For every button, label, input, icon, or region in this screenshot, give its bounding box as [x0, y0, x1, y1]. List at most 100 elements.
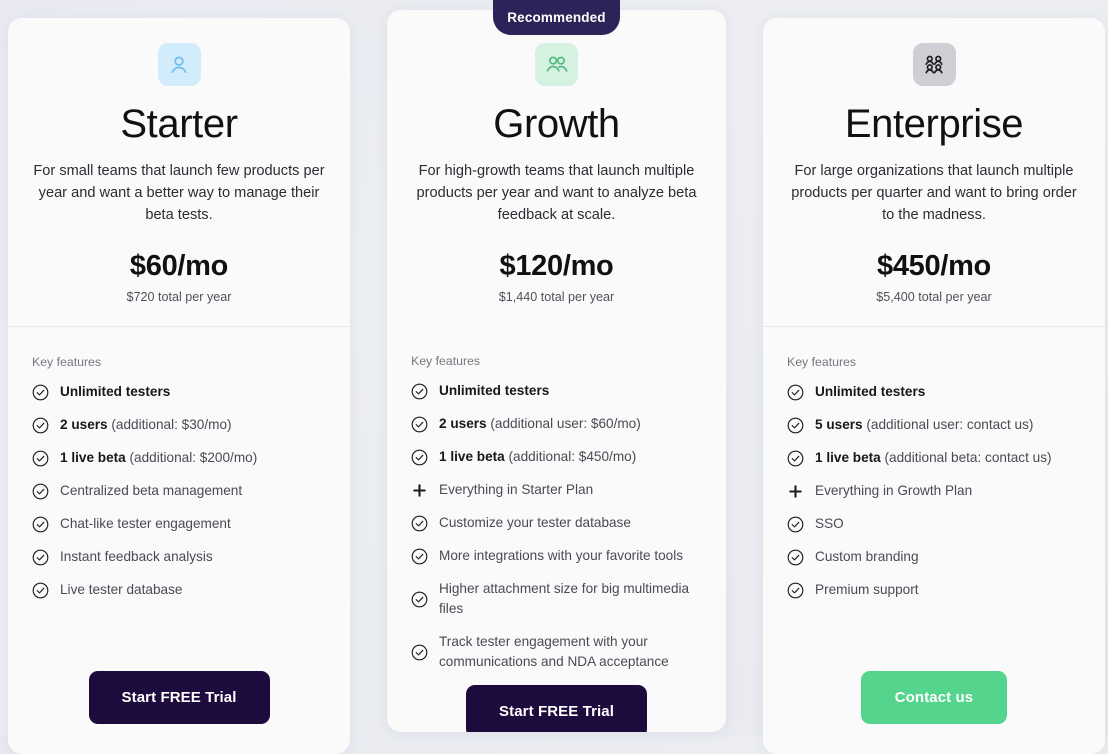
- feature-label: Customize your tester database: [439, 515, 631, 530]
- feature-label: Everything in Starter Plan: [439, 482, 594, 497]
- check-circle-icon: [787, 384, 804, 401]
- plan-total-growth: $1,440 total per year: [498, 290, 615, 304]
- check-circle-icon: [32, 483, 49, 500]
- feature-row: Unlimited testers: [32, 382, 326, 402]
- feature-row: Premium support: [787, 580, 1081, 600]
- plan-card-growth[interactable]: Growth For high-growth teams that launch…: [387, 10, 726, 732]
- feature-label: 1 live beta (additional: $450/mo): [439, 449, 637, 464]
- feature-row: 2 users (additional user: $60/mo): [411, 414, 702, 434]
- check-circle-icon: [32, 516, 49, 533]
- feature-row: Everything in Starter Plan: [411, 480, 702, 500]
- plan-price-enterprise: $450/mo: [877, 250, 991, 282]
- plan-price-growth: $120/mo: [499, 250, 614, 282]
- check-circle-icon: [787, 450, 804, 467]
- check-circle-icon: [411, 515, 428, 532]
- feature-label: 2 users (additional user: $60/mo): [439, 416, 641, 431]
- feature-row: 1 live beta (additional: $450/mo): [411, 447, 702, 467]
- plus-icon: [411, 482, 428, 499]
- feature-row: Unlimited testers: [787, 382, 1081, 402]
- recommended-badge-label: Recommended: [507, 10, 606, 25]
- feature-row: 1 live beta (additional: $200/mo): [32, 448, 326, 468]
- feature-label: 5 users (additional user: contact us): [815, 417, 1034, 432]
- features-heading: Key features: [411, 354, 481, 368]
- plan-name-enterprise: Enterprise: [844, 102, 1024, 146]
- feature-label: Chat-like tester engagement: [60, 516, 231, 531]
- plan-total-enterprise: $5,400 total per year: [876, 290, 992, 304]
- features-list-starter: Key features Unlimited testers 2 users (a…: [8, 327, 350, 671]
- feature-row: Unlimited testers: [411, 381, 702, 401]
- plan-name-growth: Growth: [493, 102, 620, 146]
- check-circle-icon: [787, 549, 804, 566]
- feature-rows-enterprise: Unlimited testers 5 users (additional use…: [787, 382, 1081, 600]
- feature-label: Everything in Growth Plan: [815, 483, 973, 498]
- start-free-trial-button-growth[interactable]: Start FREE Trial: [466, 685, 647, 732]
- feature-rows-starter: Unlimited testers 2 users (additional: $3…: [32, 382, 326, 600]
- check-circle-icon: [411, 449, 428, 466]
- feature-label: Premium support: [815, 582, 919, 597]
- two-people-icon: [535, 43, 578, 86]
- feature-label: Instant feedback analysis: [60, 549, 213, 564]
- feature-label: Custom branding: [815, 549, 919, 564]
- features-heading: Key features: [32, 355, 102, 369]
- single-person-icon: [157, 43, 201, 86]
- plan-name-starter: Starter: [120, 102, 238, 146]
- cta-container-growth: Start FREE Trial: [387, 685, 726, 732]
- feature-label: 2 users (additional: $30/mo): [60, 417, 232, 432]
- pricing-plans-board: Recommended Starter For small teams that…: [0, 0, 1108, 754]
- contact-us-button-enterprise[interactable]: Contact us: [861, 671, 1007, 724]
- feature-row: Custom branding: [787, 547, 1081, 567]
- feature-row: Track tester engagement with your commun…: [411, 632, 702, 672]
- feature-row: 5 users (additional user: contact us): [787, 415, 1081, 435]
- plan-total-starter: $720 total per year: [126, 290, 232, 304]
- cta-container-starter: Start FREE Trial: [8, 671, 350, 754]
- plus-icon: [787, 483, 804, 500]
- feature-rows-growth: Unlimited testers 2 users (additional use…: [411, 381, 702, 672]
- features-list-enterprise: Key features Unlimited testers 5 users (a…: [763, 327, 1105, 671]
- feature-label: Unlimited testers: [439, 383, 550, 398]
- check-circle-icon: [411, 644, 428, 661]
- feature-label: Higher attachment size for big multimedi…: [439, 581, 690, 616]
- cta-container-enterprise: Contact us: [763, 671, 1105, 754]
- feature-row: Everything in Growth Plan: [787, 481, 1081, 501]
- plan-header-enterprise: Enterprise For large organizations that …: [763, 18, 1105, 304]
- feature-row: Chat-like tester engagement: [32, 514, 326, 534]
- feature-row: Customize your tester database: [411, 513, 702, 533]
- feature-row: 1 live beta (additional beta: contact us…: [787, 448, 1081, 468]
- recommended-badge: Recommended: [493, 0, 620, 35]
- plan-tagline-starter: For small teams that launch few products…: [33, 163, 325, 223]
- check-circle-icon: [411, 591, 428, 608]
- plan-tagline-growth: For high-growth teams that launch multip…: [416, 163, 697, 223]
- check-circle-icon: [411, 416, 428, 433]
- feature-label: 1 live beta (additional: $200/mo): [60, 450, 258, 465]
- feature-label: Unlimited testers: [815, 384, 926, 399]
- feature-label: SSO: [815, 516, 844, 531]
- check-circle-icon: [32, 582, 49, 599]
- feature-label: More integrations with your favorite too…: [439, 548, 684, 563]
- plan-header-growth: Growth For high-growth teams that launch…: [387, 10, 726, 304]
- features-heading: Key features: [787, 355, 857, 369]
- feature-label: Centralized beta management: [60, 483, 243, 498]
- feature-label: 1 live beta (additional beta: contact us…: [815, 450, 1052, 465]
- feature-label: Live tester database: [60, 582, 183, 597]
- feature-row: 2 users (additional: $30/mo): [32, 415, 326, 435]
- check-circle-icon: [787, 516, 804, 533]
- group-of-people-icon: [912, 43, 956, 86]
- check-circle-icon: [787, 582, 804, 599]
- start-free-trial-button-starter[interactable]: Start FREE Trial: [88, 671, 270, 724]
- feature-row: SSO: [787, 514, 1081, 534]
- check-circle-icon: [411, 383, 428, 400]
- feature-row: Centralized beta management: [32, 481, 326, 501]
- plan-tagline-enterprise: For large organizations that launch mult…: [791, 163, 1077, 223]
- check-circle-icon: [32, 549, 49, 566]
- feature-row: Live tester database: [32, 580, 326, 600]
- features-list-growth: Key features Unlimited testers 2 users (a…: [387, 326, 726, 685]
- feature-row: More integrations with your favorite too…: [411, 546, 702, 566]
- plan-header-starter: Starter For small teams that launch few …: [8, 18, 350, 304]
- check-circle-icon: [411, 548, 428, 565]
- feature-label: Track tester engagement with your commun…: [439, 634, 669, 669]
- plan-card-enterprise[interactable]: Enterprise For large organizations that …: [763, 18, 1105, 754]
- check-circle-icon: [787, 417, 804, 434]
- plan-card-starter[interactable]: Starter For small teams that launch few …: [8, 18, 350, 754]
- check-circle-icon: [32, 450, 49, 467]
- check-circle-icon: [32, 384, 49, 401]
